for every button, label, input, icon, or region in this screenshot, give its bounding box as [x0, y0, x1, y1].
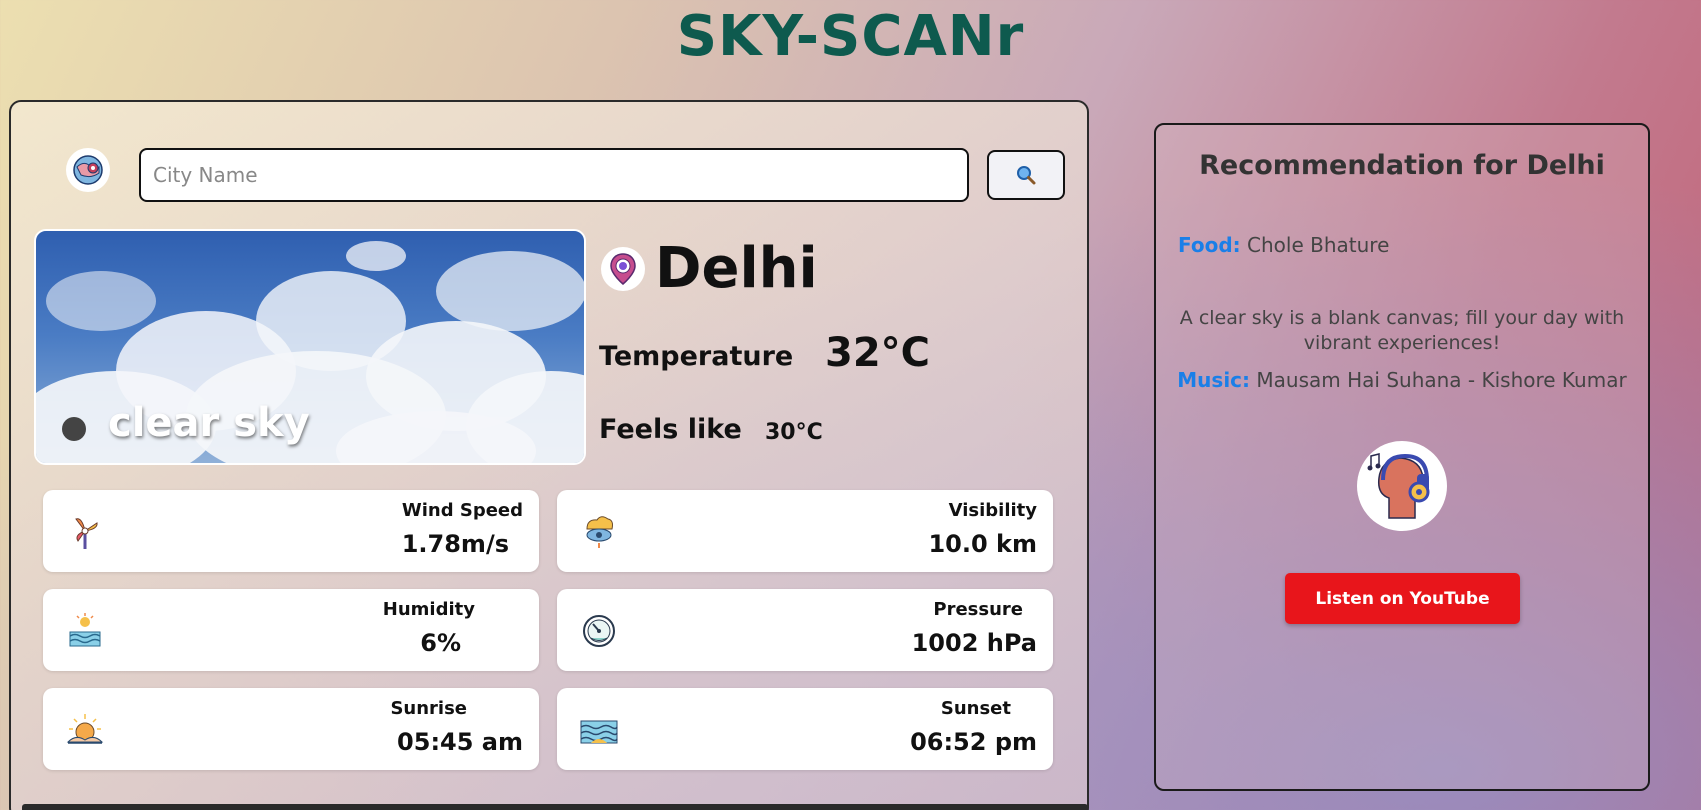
food-recommendation: Food: Chole Bhature — [1178, 233, 1389, 257]
bottom-scrollbar[interactable] — [22, 804, 1088, 810]
pressure-value: 1002 hPa — [911, 629, 1037, 657]
recommendation-title: Recommendation for Delhi — [1199, 150, 1605, 181]
food-value: Chole Bhature — [1247, 233, 1390, 257]
app-logo-icon[interactable] — [66, 148, 110, 192]
music-label: Music: — [1177, 368, 1251, 392]
app-title: SKY-SCANr — [676, 4, 1025, 69]
visibility-value: 10.0 km — [928, 530, 1037, 558]
pressure-icon — [579, 611, 619, 651]
pressure-label: Pressure — [933, 599, 1023, 620]
wind-speed-label: Wind Speed — [401, 500, 523, 521]
music-recommendation: Music: Mausam Hai Suhana - Kishore Kumar — [1174, 368, 1630, 393]
search-icon — [1017, 166, 1036, 185]
sunset-label: Sunset — [940, 698, 1011, 719]
sunrise-icon — [65, 710, 105, 750]
sunset-value: 06:52 pm — [910, 728, 1037, 756]
wind-icon — [65, 512, 105, 552]
humidity-value: 6% — [420, 629, 461, 657]
pressure-card: Pressure 1002 hPa — [557, 589, 1053, 671]
weather-status-dot — [62, 417, 86, 441]
wind-speed-value: 1.78m/s — [401, 530, 509, 558]
food-label: Food: — [1178, 233, 1241, 257]
city-search-input[interactable] — [139, 148, 969, 202]
humidity-icon — [65, 611, 105, 651]
feels-like-label: Feels like — [599, 414, 742, 445]
humidity-label: Humidity — [382, 599, 475, 620]
visibility-label: Visibility — [948, 500, 1037, 521]
temperature-label: Temperature — [599, 341, 794, 372]
weather-description: clear sky — [108, 400, 310, 446]
city-name: Delhi — [655, 236, 818, 301]
sunrise-value: 05:45 am — [397, 728, 523, 756]
headphones-music-icon — [1357, 441, 1447, 531]
wind-speed-card: Wind Speed 1.78m/s — [43, 490, 539, 572]
sunset-icon — [579, 710, 619, 750]
humidity-card: Humidity 6% — [43, 589, 539, 671]
visibility-icon — [579, 512, 619, 552]
visibility-card: Visibility 10.0 km — [557, 490, 1053, 572]
weather-quote: A clear sky is a blank canvas; fill your… — [1179, 307, 1625, 354]
music-value: Mausam Hai Suhana - Kishore Kumar — [1256, 368, 1627, 392]
sunrise-card: Sunrise 05:45 am — [43, 688, 539, 770]
listen-on-youtube-button[interactable]: Listen on YouTube — [1285, 573, 1520, 624]
sunset-card: Sunset 06:52 pm — [557, 688, 1053, 770]
temperature-value: 32°C — [825, 330, 931, 376]
location-pin-icon — [601, 247, 645, 291]
feels-like-value: 30°C — [765, 420, 823, 445]
sunrise-label: Sunrise — [390, 698, 467, 719]
search-button[interactable] — [987, 150, 1065, 200]
